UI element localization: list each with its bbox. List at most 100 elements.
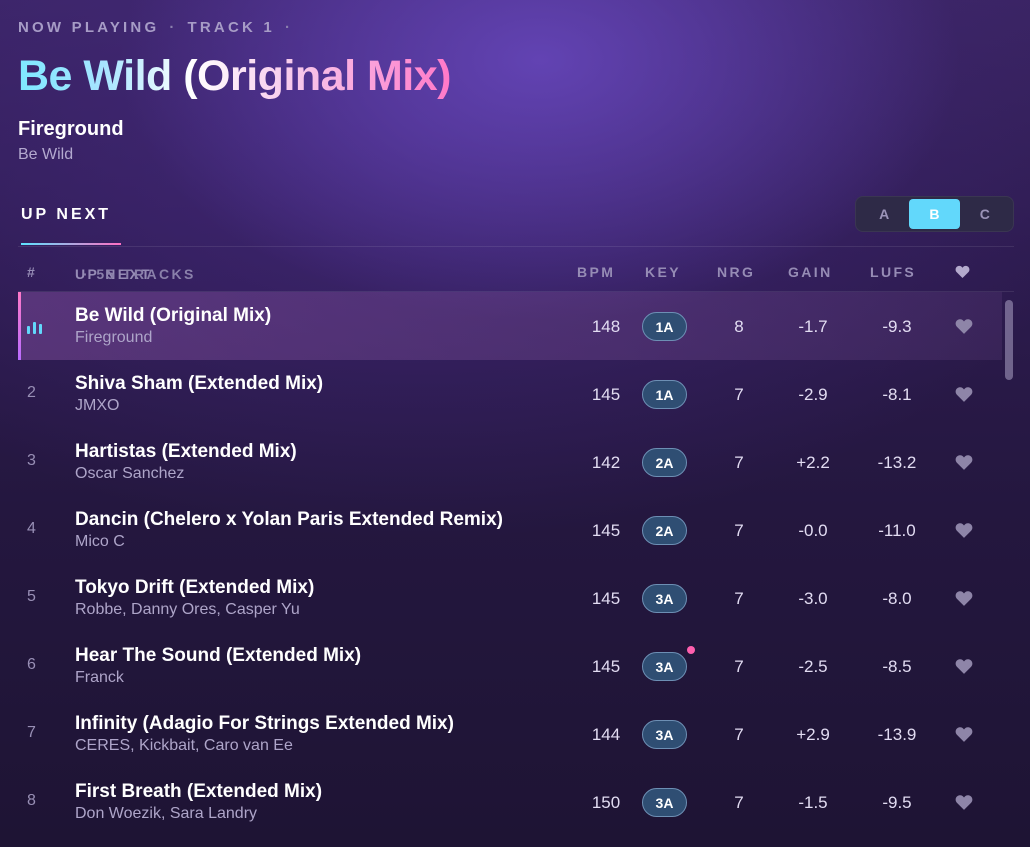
track-lufs: -13.9	[877, 725, 917, 744]
segment-c-button[interactable]: C	[960, 199, 1010, 229]
favorite-button[interactable]	[955, 318, 973, 334]
track-energy: 8	[734, 317, 744, 336]
heart-icon	[955, 727, 973, 742]
track-artist: CERES, Kickbait, Caro van Ee	[75, 737, 293, 754]
track-artist: Franck	[75, 669, 124, 686]
track-gain: -1.5	[798, 793, 828, 812]
heart-icon	[955, 659, 973, 674]
favorite-button[interactable]	[955, 658, 973, 674]
track-bpm: 148	[591, 317, 621, 336]
track-number-label: TRACK 1	[187, 19, 275, 36]
favorite-button[interactable]	[955, 454, 973, 470]
track-lufs: -9.3	[882, 317, 912, 336]
key-badge: 3A	[642, 584, 687, 613]
favorite-button[interactable]	[955, 794, 973, 810]
track-bpm: 142	[591, 453, 621, 472]
eyebrow-separator: ·	[169, 19, 178, 36]
up-next-tab-underline	[21, 243, 121, 245]
track-energy: 7	[734, 793, 744, 812]
track-bpm: 144	[591, 725, 621, 744]
track-artist: JMXO	[75, 397, 120, 414]
heart-icon	[955, 523, 973, 538]
favorite-button[interactable]	[955, 386, 973, 402]
favorite-button[interactable]	[955, 590, 973, 606]
track-title: Dancin (Chelero x Yolan Paris Extended R…	[75, 509, 503, 530]
key-badge: 3A	[642, 652, 687, 681]
track-bpm: 145	[591, 521, 621, 540]
track-lufs: -8.1	[882, 385, 912, 404]
track-artist: Mico C	[75, 533, 125, 550]
now-playing-label: NOW PLAYING	[18, 19, 160, 36]
segment-b-button[interactable]: B	[909, 199, 960, 229]
queue-scrollbar[interactable]	[1005, 300, 1013, 380]
track-gain: -3.0	[798, 589, 828, 608]
track-number: 6	[27, 656, 36, 673]
track-title: Shiva Sham (Extended Mix)	[75, 373, 324, 394]
col-nrg-header[interactable]: NRG	[717, 264, 755, 280]
track-energy: 7	[734, 725, 744, 744]
key-badge: 1A	[642, 312, 687, 341]
col-lufs-header[interactable]: LUFS	[870, 264, 916, 280]
track-energy: 7	[734, 521, 744, 540]
track-bpm: 145	[591, 589, 621, 608]
table-row[interactable]: 4 Dancin (Chelero x Yolan Paris Extended …	[18, 496, 1002, 564]
now-playing-album: Be Wild	[18, 146, 74, 163]
track-title: First Breath (Extended Mix)	[75, 781, 323, 802]
table-row[interactable]: 3 Hartistas (Extended Mix) Oscar Sanchez 14…	[18, 428, 1002, 496]
table-header: # UP NEXT · 55 TRACKS BPM KEY NRG GAIN LU…	[18, 262, 1014, 284]
track-title: Be Wild (Original Mix)	[75, 305, 272, 326]
now-playing-title: Be Wild (Original Mix)	[18, 52, 451, 100]
key-badge: 1A	[642, 380, 687, 409]
track-bpm: 145	[591, 657, 621, 676]
key-badge: 3A	[642, 720, 687, 749]
col-bpm-header[interactable]: BPM	[577, 264, 615, 280]
table-row[interactable]: 5 Tokyo Drift (Extended Mix) Robbe, Danny …	[18, 564, 1002, 632]
track-title: Hear The Sound (Extended Mix)	[75, 645, 362, 666]
track-lufs: -8.0	[882, 589, 912, 608]
table-row[interactable]: 8 First Breath (Extended Mix) Don Woezik, …	[18, 768, 1002, 836]
queue-list: Be Wild (Original Mix) Fireground 148 1A 8 -1…	[18, 292, 1002, 836]
heart-icon	[955, 455, 973, 470]
col-key-header[interactable]: KEY	[645, 264, 681, 280]
track-artist: Fireground	[75, 329, 153, 346]
track-artist: Don Woezik, Sara Landry	[75, 805, 258, 822]
table-row[interactable]: 7 Infinity (Adagio For Strings Extended M…	[18, 700, 1002, 768]
segment-a-button[interactable]: A	[859, 199, 909, 229]
eyebrow-separator-2: ·	[284, 19, 294, 36]
favorite-button[interactable]	[955, 726, 973, 742]
up-next-tab[interactable]: UP NEXT	[21, 206, 111, 224]
track-lufs: -9.5	[882, 793, 912, 812]
track-gain: -2.9	[798, 385, 828, 404]
col-gain-header[interactable]: GAIN	[788, 264, 833, 280]
track-artist: Robbe, Danny Ores, Casper Yu	[75, 601, 300, 618]
track-energy: 7	[734, 657, 744, 676]
track-title: Infinity (Adagio For Strings Extended Mi…	[75, 713, 454, 734]
track-energy: 7	[734, 385, 744, 404]
track-title: Tokyo Drift (Extended Mix)	[75, 577, 315, 598]
track-number: 4	[27, 520, 36, 537]
section-divider	[18, 246, 1014, 247]
track-gain: +2.9	[796, 725, 830, 744]
key-badge: 2A	[642, 516, 687, 545]
track-count: · 55 TRACKS	[83, 266, 196, 282]
track-energy: 7	[734, 589, 744, 608]
heart-icon	[955, 795, 973, 810]
table-row[interactable]: 2 Shiva Sham (Extended Mix) JMXO 145 1A 7 -2.9…	[18, 360, 1002, 428]
table-row-playing[interactable]: Be Wild (Original Mix) Fireground 148 1A 8 -1…	[18, 292, 1002, 360]
equalizer-icon	[27, 322, 42, 334]
track-number: 5	[27, 588, 36, 605]
key-badge: 3A	[642, 788, 687, 817]
col-favorite-header[interactable]	[955, 265, 970, 281]
now-playing-eyebrow: NOW PLAYING · TRACK 1 ·	[18, 19, 303, 36]
track-number: 8	[27, 792, 36, 809]
table-row[interactable]: 6 Hear The Sound (Extended Mix) Franck 145 3…	[18, 632, 1002, 700]
heart-icon	[955, 387, 973, 402]
track-number: 3	[27, 452, 36, 469]
track-bpm: 150	[591, 793, 621, 812]
track-lufs: -8.5	[882, 657, 912, 676]
favorite-button[interactable]	[955, 522, 973, 538]
heart-icon	[955, 319, 973, 334]
track-gain: -1.7	[798, 317, 828, 336]
track-energy: 7	[734, 453, 744, 472]
track-number: 2	[27, 384, 36, 401]
